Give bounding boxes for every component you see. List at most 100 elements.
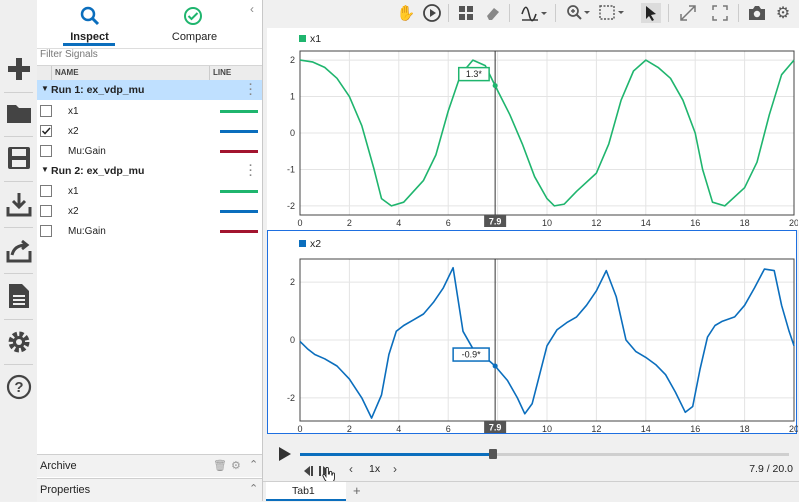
properties-label: Properties xyxy=(40,484,91,496)
column-name-header: NAME xyxy=(55,68,79,77)
play-button[interactable] xyxy=(278,446,292,465)
settings-button[interactable] xyxy=(0,321,37,363)
run-row-1[interactable]: ▼ Run 1: ex_vdp_mu · · · xyxy=(37,80,262,101)
layout-grid-icon xyxy=(459,6,473,20)
plot-toolbar: ✋ ⚙ xyxy=(263,0,799,26)
speed-label[interactable]: 1x xyxy=(369,463,380,475)
check-circle-icon xyxy=(184,7,202,25)
signal-row[interactable]: x2 xyxy=(37,121,262,141)
signal-checkbox[interactable] xyxy=(40,145,52,157)
line-style-swatch[interactable] xyxy=(220,210,258,213)
signal-name: x2 xyxy=(68,126,79,137)
x-tick-label: 20 xyxy=(789,218,798,228)
x-tick-label: 14 xyxy=(641,218,651,228)
expand-arrow-icon[interactable]: ▼ xyxy=(41,165,49,174)
plot-x2[interactable]: x2 0246810121416182020-27.9-0.9* xyxy=(267,230,798,435)
import-icon xyxy=(6,193,31,217)
help-button[interactable]: ? xyxy=(0,366,37,408)
signal-row[interactable]: x1 xyxy=(37,101,262,121)
tab-inspect-label: Inspect xyxy=(70,31,109,43)
x-tick-label: 0 xyxy=(297,424,302,434)
x-tick-label: 2 xyxy=(347,424,352,434)
add-tab-button[interactable]: + xyxy=(353,483,361,498)
fit-icon xyxy=(599,5,624,20)
archive-label: Archive xyxy=(40,460,77,472)
collapse-panel-icon[interactable]: ‹ xyxy=(250,2,254,16)
layout-button[interactable] xyxy=(457,3,475,23)
run-label: Run 1: ex_vdp_mu xyxy=(51,84,145,96)
chevron-up-icon[interactable]: ⌃ xyxy=(249,458,258,471)
run-options-icon[interactable]: · · · xyxy=(249,80,253,101)
left-toolbar: ? xyxy=(0,0,38,501)
time-readout: 7.9 / 20.0 xyxy=(749,463,793,475)
tab-tab1[interactable]: Tab1 xyxy=(266,482,346,501)
import-button[interactable] xyxy=(0,183,37,225)
x-tick-label: 14 xyxy=(641,424,651,434)
expand-icon xyxy=(680,5,696,21)
archive-section-header[interactable]: Archive 🗑 ⚙ ⌃ xyxy=(37,454,262,477)
step-back-icon xyxy=(304,466,313,476)
play-circle-icon xyxy=(423,4,441,22)
slower-button[interactable]: ‹ xyxy=(349,462,353,476)
signal-row[interactable]: Mu:Gain xyxy=(37,221,262,241)
properties-section-header[interactable]: Properties ⌃ xyxy=(37,478,262,502)
select-cursor-button[interactable] xyxy=(641,3,661,23)
snapshot-button[interactable] xyxy=(747,3,767,23)
playback-slider-handle[interactable] xyxy=(489,449,498,459)
pan-button[interactable]: ✋ xyxy=(397,3,416,23)
line-style-swatch[interactable] xyxy=(220,230,258,233)
fit-button[interactable] xyxy=(597,3,627,23)
faster-button[interactable]: › xyxy=(393,462,397,476)
expand-button[interactable] xyxy=(678,3,698,23)
trash-icon[interactable]: 🗑 xyxy=(213,459,227,472)
open-button[interactable] xyxy=(0,92,37,134)
gear-icon[interactable]: ⚙ xyxy=(231,459,241,472)
x-tick-label: 4 xyxy=(396,424,401,434)
chevron-up-icon[interactable]: ⌃ xyxy=(249,482,258,495)
x-tick-label: 6 xyxy=(446,424,451,434)
export-button[interactable] xyxy=(0,229,37,271)
signal-checkbox-checked[interactable] xyxy=(40,125,52,137)
line-style-swatch[interactable] xyxy=(220,110,258,113)
step-back-button[interactable] xyxy=(301,465,315,480)
camera-icon xyxy=(749,6,765,20)
line-style-swatch[interactable] xyxy=(220,130,258,133)
zoom-button[interactable] xyxy=(565,3,593,23)
tab-inspect[interactable]: Inspect xyxy=(37,0,142,46)
fullscreen-button[interactable] xyxy=(710,3,730,23)
signal-row[interactable]: x2 xyxy=(37,201,262,221)
signal-row[interactable]: x1 xyxy=(37,181,262,201)
clear-button[interactable] xyxy=(483,3,501,23)
x-tick-label: 12 xyxy=(591,424,601,434)
folder-icon xyxy=(6,105,31,123)
signal-checkbox[interactable] xyxy=(40,105,52,117)
plot-x1[interactable]: x1 02468101214161820210-1-27.91.3* xyxy=(267,28,799,230)
run-label: Run 2: ex_vdp_mu xyxy=(51,165,145,177)
y-tick-label: 1 xyxy=(290,92,295,102)
signal-row[interactable]: Mu:Gain xyxy=(37,141,262,161)
chart-x1[interactable]: 02468101214161820210-1-27.91.3* xyxy=(268,29,798,229)
filter-signals-input[interactable]: Filter Signals xyxy=(37,48,262,64)
signal-name: Mu:Gain xyxy=(68,226,106,237)
save-button[interactable] xyxy=(0,137,37,179)
signal-checkbox[interactable] xyxy=(40,225,52,237)
report-button[interactable] xyxy=(0,275,37,317)
chart-x2[interactable]: 0246810121416182020-27.9-0.9* xyxy=(268,231,798,435)
line-style-swatch[interactable] xyxy=(220,190,258,193)
run-row-2[interactable]: ▼ Run 2: ex_vdp_mu · · · xyxy=(37,161,262,182)
playback-track[interactable] xyxy=(300,449,789,459)
tab-compare[interactable]: Compare xyxy=(142,0,247,46)
expand-arrow-icon[interactable]: ▼ xyxy=(41,84,49,93)
x-tick-label: 0 xyxy=(297,218,302,228)
cursor-x-label: 7.9 xyxy=(489,423,502,433)
play-circle-button[interactable] xyxy=(421,3,443,23)
plot-settings-button[interactable]: ⚙ xyxy=(773,3,793,23)
search-icon xyxy=(80,6,100,26)
run-options-icon[interactable]: · · · xyxy=(249,161,253,182)
signal-style-button[interactable] xyxy=(519,3,549,23)
signal-checkbox[interactable] xyxy=(40,185,52,197)
signal-checkbox[interactable] xyxy=(40,205,52,217)
y-tick-label: 0 xyxy=(290,128,295,138)
new-session-button[interactable] xyxy=(0,48,37,90)
line-style-swatch[interactable] xyxy=(220,150,258,153)
